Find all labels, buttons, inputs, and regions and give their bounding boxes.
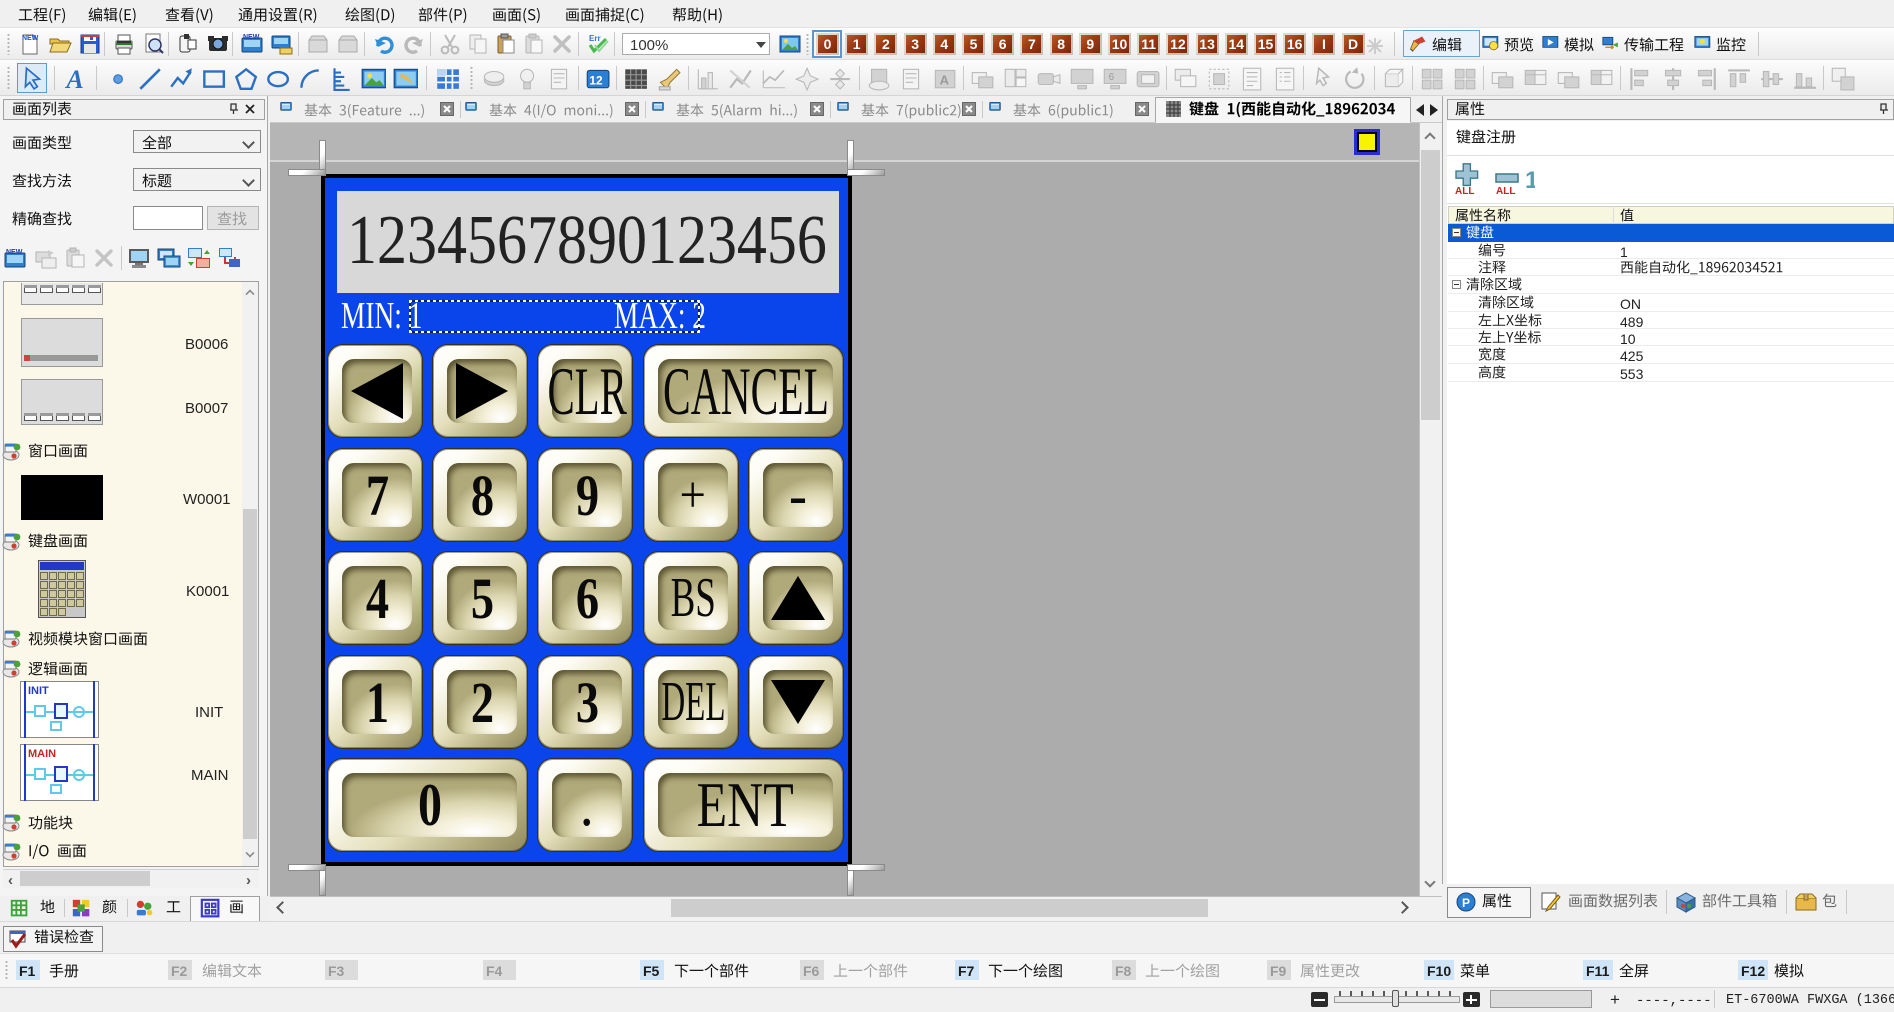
svg-text:12: 12 — [589, 74, 603, 88]
svg-text:P: P — [1462, 896, 1470, 910]
svg-text:ALL: ALL — [1455, 186, 1474, 196]
svg-text:6: 6 — [1109, 72, 1114, 83]
svg-text:NEW: NEW — [22, 35, 39, 42]
svg-text:ALL: ALL — [1496, 186, 1515, 196]
svg-text:A: A — [940, 73, 950, 88]
svg-text:NEW: NEW — [6, 249, 23, 256]
svg-text:1: 1 — [1525, 167, 1535, 194]
svg-text:Err: Err — [589, 34, 601, 43]
svg-text:NEW: NEW — [243, 34, 260, 41]
svg-text:A: A — [64, 65, 83, 91]
